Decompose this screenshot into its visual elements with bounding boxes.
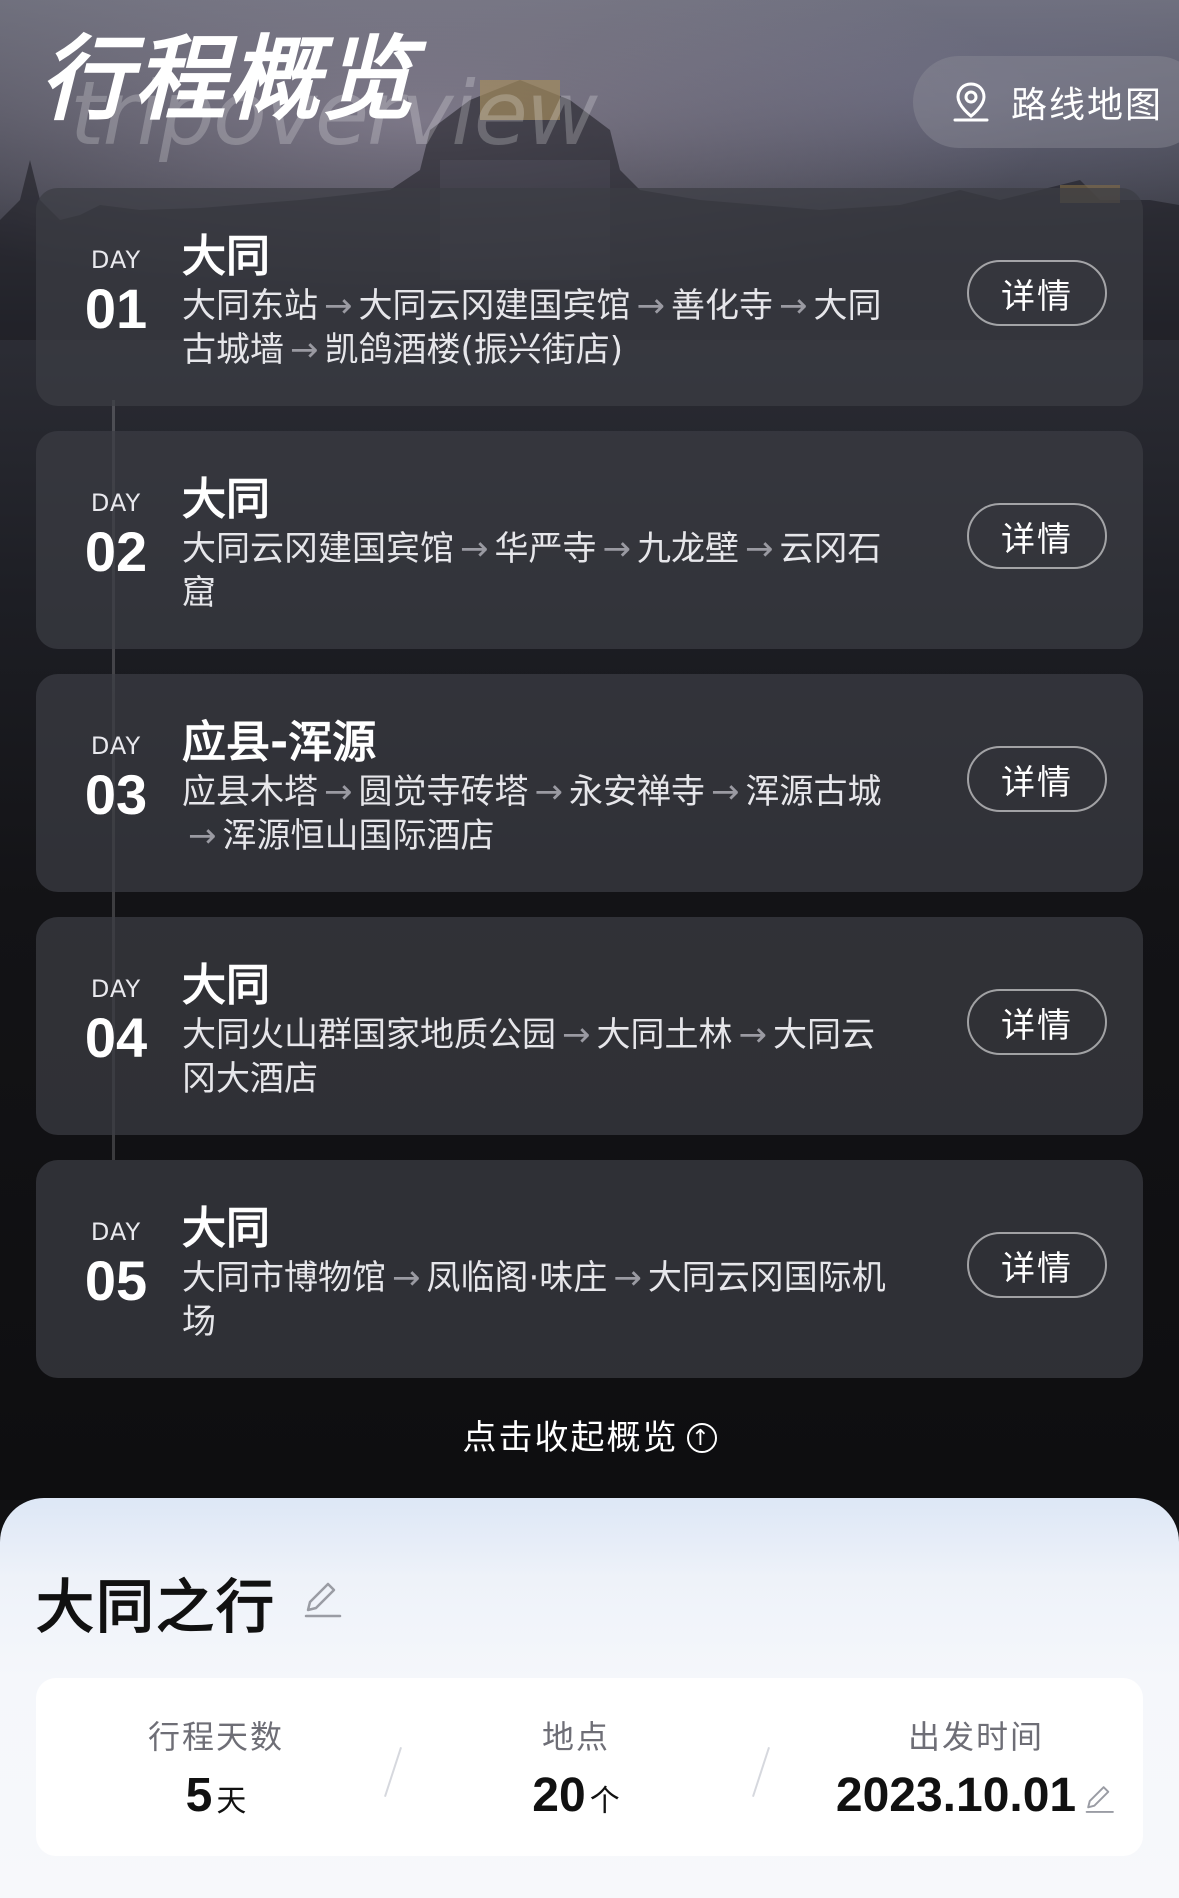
arrow-up-circle-icon: ↑ xyxy=(686,1423,717,1453)
day-number: 05 xyxy=(84,1249,148,1312)
day-tag: DAY 03 xyxy=(76,732,156,824)
day-city: 大同 xyxy=(182,1203,270,1254)
arrow-right-icon: → xyxy=(745,529,774,569)
departure-date: 2023.10.01 xyxy=(835,1769,1077,1822)
detail-button[interactable]: 详情 xyxy=(967,1232,1107,1298)
day-number: 03 xyxy=(84,763,148,826)
divider xyxy=(752,1746,770,1798)
arrow-right-icon: → xyxy=(711,772,740,812)
route-stop: 凤临阁·味庄 xyxy=(426,1258,608,1298)
route-stop: 应县木塔 xyxy=(182,772,318,812)
arrow-right-icon: → xyxy=(602,529,632,569)
stat-label: 地点 xyxy=(541,1718,610,1756)
arrow-right-icon: → xyxy=(636,286,666,326)
arrow-right-icon: → xyxy=(188,816,217,856)
page-title: 行程概览 xyxy=(40,26,417,133)
day-word: DAY xyxy=(90,732,142,760)
route-stop: 大同土林 xyxy=(596,1015,733,1055)
stat-departure[interactable]: 出发时间 2023.10.01 xyxy=(826,1712,1126,1823)
route-stop: 浑源古城 xyxy=(745,772,882,812)
day-city: 大同 xyxy=(182,960,270,1011)
route-stop: 浑源恒山国际酒店 xyxy=(222,816,495,856)
arrow-right-icon: → xyxy=(290,330,319,370)
arrow-right-icon: → xyxy=(779,286,808,326)
day-city: 大同 xyxy=(182,474,270,525)
arrow-right-icon: → xyxy=(738,1015,768,1055)
route-stop: 大同火山群国家地质公园 xyxy=(182,1015,556,1055)
stat-unit: 天 xyxy=(216,1784,247,1819)
arrow-right-icon: → xyxy=(392,1258,421,1298)
route-map-button[interactable]: 路线地图 xyxy=(913,56,1179,148)
stat-label: 行程天数 xyxy=(147,1718,284,1756)
day-word: DAY xyxy=(90,246,142,274)
day-card[interactable]: DAY 04 大同 大同火山群国家地质公园 → 大同土林 → 大同云冈大酒店 详情 xyxy=(36,917,1143,1135)
day-number: 02 xyxy=(84,520,148,583)
day-tag: DAY 01 xyxy=(76,246,156,338)
stat-number: 5 xyxy=(185,1769,213,1822)
route-stop: 永安禅寺 xyxy=(569,772,705,812)
route-stop: 九龙壁 xyxy=(637,529,739,569)
day-route: 应县木塔 → 圆觉寺砖塔 → 永安禅寺 → 浑源古城→ 浑源恒山国际酒店 xyxy=(182,770,902,858)
collapse-overview-button[interactable]: 点击收起概览 ↑ xyxy=(0,1410,1179,1459)
day-route: 大同市博物馆 → 凤临阁·味庄 → 大同云冈国际机场 xyxy=(182,1256,902,1344)
stat-days: 行程天数 5天 xyxy=(116,1712,316,1823)
arrow-right-icon: → xyxy=(324,286,353,326)
stat-unit: 个 xyxy=(589,1784,620,1819)
route-stop: 大同东站 xyxy=(182,286,318,326)
day-word: DAY xyxy=(90,1218,142,1246)
route-stop: 大同云冈建国宾馆 xyxy=(358,286,631,326)
arrow-right-icon: → xyxy=(460,529,489,569)
stat-number: 20 xyxy=(532,1769,586,1822)
route-stop: 大同市博物馆 xyxy=(182,1258,386,1298)
day-word: DAY xyxy=(90,489,142,517)
day-tag: DAY 05 xyxy=(76,1218,156,1310)
stat-value: 2023.10.01 xyxy=(826,1768,1126,1823)
day-card[interactable]: DAY 03 应县-浑源 应县木塔 → 圆觉寺砖塔 → 永安禅寺 → 浑源古城→ 浑源恒山国际酒店详… xyxy=(36,674,1143,892)
detail-button[interactable]: 详情 xyxy=(967,989,1107,1055)
route-map-label: 路线地图 xyxy=(1011,85,1164,126)
arrow-right-icon: → xyxy=(324,772,353,812)
arrow-right-icon: → xyxy=(613,1258,642,1298)
arrow-right-icon: → xyxy=(534,772,564,812)
divider xyxy=(384,1746,402,1798)
day-tag: DAY 02 xyxy=(76,489,156,581)
detail-button[interactable]: 详情 xyxy=(967,260,1107,326)
edit-icon[interactable] xyxy=(300,1576,344,1620)
day-card[interactable]: DAY 05 大同 大同市博物馆 → 凤临阁·味庄 → 大同云冈国际机场 详情 xyxy=(36,1160,1143,1378)
day-card[interactable]: DAY 02 大同 大同云冈建国宾馆 → 华严寺 → 九龙壁 → 云冈石窟 详情 xyxy=(36,431,1143,649)
detail-button[interactable]: 详情 xyxy=(967,503,1107,569)
detail-button[interactable]: 详情 xyxy=(967,746,1107,812)
day-tag: DAY 04 xyxy=(76,975,156,1067)
route-stop: 大同云冈建国宾馆 xyxy=(182,529,454,569)
day-route: 大同云冈建国宾馆 → 华严寺 → 九龙壁 → 云冈石窟 xyxy=(182,527,902,615)
trip-stats-card: 行程天数 5天 地点 20 个 出发时间 2023.10.01 xyxy=(36,1678,1143,1856)
route-stop: 圆觉寺砖塔 xyxy=(358,772,529,812)
map-pin-icon xyxy=(953,82,989,122)
trip-summary-sheet: 大同之行 行程天数 5天 地点 20 个 出发时间 2023.10.01 xyxy=(0,1498,1179,1898)
edit-icon[interactable] xyxy=(1082,1781,1116,1815)
arrow-right-icon: → xyxy=(562,1015,591,1055)
day-word: DAY xyxy=(90,975,142,1003)
route-stop: 善化寺 xyxy=(671,286,773,326)
collapse-label: 点击收起概览 xyxy=(462,1418,679,1458)
day-city: 大同 xyxy=(182,231,270,282)
stat-places: 地点 20 个 xyxy=(476,1712,676,1823)
day-number: 01 xyxy=(84,277,148,340)
stat-value: 5天 xyxy=(116,1768,316,1823)
stat-value: 20 个 xyxy=(476,1768,676,1823)
route-stop: 华严寺 xyxy=(494,529,597,569)
trip-title: 大同之行 xyxy=(36,1573,277,1641)
day-route: 大同东站 → 大同云冈建国宾馆 → 善化寺 → 大同古城墙 → 凯鸽酒楼(振兴街店) xyxy=(182,284,902,372)
day-card[interactable]: DAY 01 大同 大同东站 → 大同云冈建国宾馆 → 善化寺 → 大同古城墙 → 凯鸽酒楼(振兴街店… xyxy=(36,188,1143,406)
stat-label: 出发时间 xyxy=(907,1718,1044,1756)
day-city: 应县-浑源 xyxy=(182,717,377,768)
day-number: 04 xyxy=(84,1006,148,1069)
route-stop: 凯鸽酒楼(振兴街店) xyxy=(324,330,624,370)
day-route: 大同火山群国家地质公园 → 大同土林 → 大同云冈大酒店 xyxy=(182,1013,902,1101)
